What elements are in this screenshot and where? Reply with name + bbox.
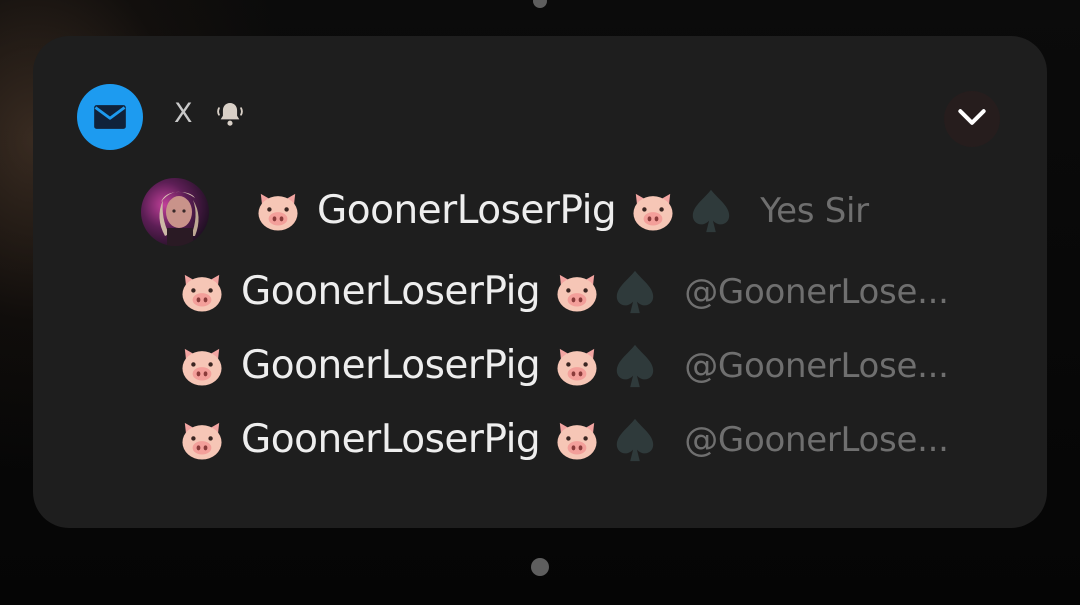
pig-face-emoji-icon — [552, 267, 602, 317]
pig-face-emoji-icon — [253, 186, 303, 236]
list-item: GoonerLoserPig @GoonerLose... — [177, 264, 962, 320]
pig-face-emoji-icon — [628, 186, 678, 236]
item-handle: @GoonerLose... — [684, 272, 949, 312]
mail-icon — [77, 84, 143, 150]
sender-name: GoonerLoserPig — [317, 188, 617, 233]
list-item: GoonerLoserPig @GoonerLose... — [177, 338, 962, 394]
sender-row: GoonerLoserPig Yes Sir — [253, 183, 869, 239]
item-name: GoonerLoserPig — [241, 269, 541, 314]
expand-button[interactable] — [944, 91, 1000, 147]
pig-face-emoji-icon — [552, 341, 602, 391]
spade-icon — [612, 267, 658, 317]
pig-face-emoji-icon — [552, 415, 602, 465]
page-indicator-dot — [531, 558, 549, 576]
pig-face-emoji-icon — [177, 341, 227, 391]
list-item: GoonerLoserPig @GoonerLose... — [177, 412, 962, 468]
message-text: Yes Sir — [760, 191, 869, 231]
chevron-down-icon — [952, 97, 992, 141]
app-name: X — [174, 98, 193, 129]
item-handle: @GoonerLose... — [684, 346, 949, 386]
pig-face-emoji-icon — [177, 267, 227, 317]
item-handle: @GoonerLose... — [684, 420, 949, 460]
item-name: GoonerLoserPig — [241, 417, 541, 462]
item-name: GoonerLoserPig — [241, 343, 541, 388]
spade-icon — [688, 186, 734, 236]
notification-card[interactable]: X GoonerLoserPig Yes Sir GoonerLoserPig … — [33, 36, 1047, 528]
pig-face-emoji-icon — [177, 415, 227, 465]
avatar — [141, 178, 209, 246]
spade-icon — [612, 341, 658, 391]
spade-icon — [612, 415, 658, 465]
bell-icon — [213, 98, 247, 132]
